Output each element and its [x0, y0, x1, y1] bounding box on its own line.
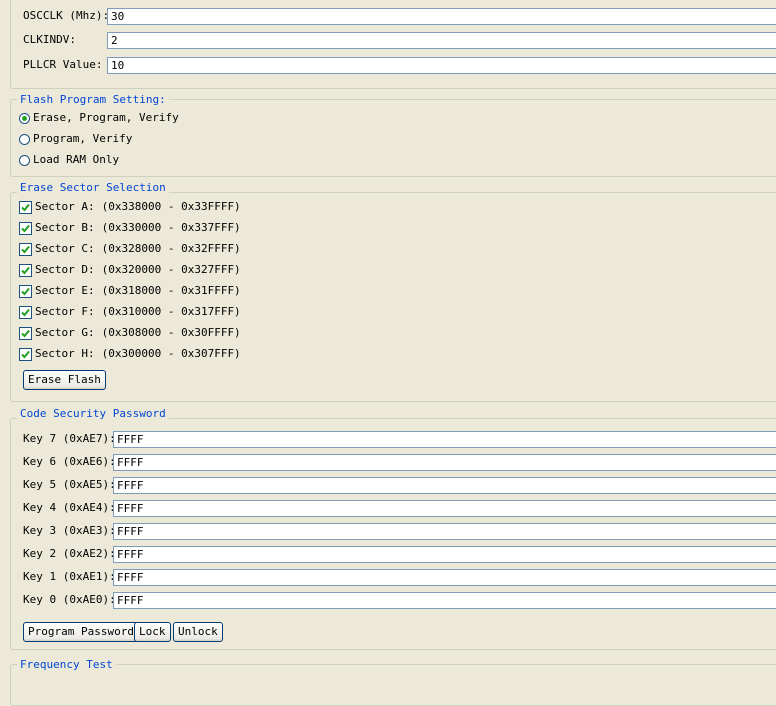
checkbox-checked-icon — [19, 326, 32, 340]
checkbox-sector-f[interactable]: Sector F: (0x310000 - 0x317FFF) — [19, 305, 241, 319]
sector-label: Sector B: — [35, 221, 95, 234]
erase-sector-legend: Erase Sector Selection — [17, 181, 169, 194]
sector-range: (0x320000 - 0x327FFF) — [101, 263, 241, 276]
radio-unselected-icon — [19, 133, 30, 145]
sector-label: Sector E: — [35, 284, 95, 297]
radio-selected-icon — [19, 112, 30, 124]
radio-load-ram-only[interactable]: Load RAM Only — [19, 153, 119, 167]
checkbox-sector-a[interactable]: Sector A: (0x338000 - 0x33FFFF) — [19, 200, 241, 214]
key-1-input[interactable] — [113, 569, 776, 586]
radio-label: Program, Verify — [33, 132, 133, 145]
key-label: Key 1 (0xAE1): — [23, 570, 116, 583]
checkbox-checked-icon — [19, 347, 32, 361]
flash-program-legend: Flash Program Setting: — [17, 93, 169, 106]
checkbox-checked-icon — [19, 305, 32, 319]
radio-label: Erase, Program, Verify — [33, 111, 179, 124]
sector-range: (0x308000 - 0x30FFFF) — [101, 326, 241, 339]
sector-range: (0x318000 - 0x31FFFF) — [101, 284, 241, 297]
sector-range: (0x338000 - 0x33FFFF) — [101, 200, 241, 213]
key-7-input[interactable] — [113, 431, 776, 448]
key-label: Key 2 (0xAE2): — [23, 547, 116, 560]
radio-label: Load RAM Only — [33, 153, 120, 166]
radio-program-verify[interactable]: Program, Verify — [19, 132, 132, 146]
checkbox-checked-icon — [19, 263, 32, 277]
osclk-input[interactable] — [107, 8, 776, 25]
sector-range: (0x310000 - 0x317FFF) — [101, 305, 241, 318]
lock-button[interactable]: Lock — [134, 622, 171, 642]
key-2-input[interactable] — [113, 546, 776, 563]
sector-range: (0x330000 - 0x337FFF) — [101, 221, 241, 234]
clkindv-label: CLKINDV: — [23, 33, 76, 46]
erase-flash-button[interactable]: Erase Flash — [23, 370, 106, 390]
checkbox-checked-icon — [19, 284, 32, 298]
checkbox-sector-g[interactable]: Sector G: (0x308000 - 0x30FFFF) — [19, 326, 241, 340]
checkbox-sector-c[interactable]: Sector C: (0x328000 - 0x32FFFF) — [19, 242, 241, 256]
key-label: Key 6 (0xAE6): — [23, 455, 116, 468]
sector-label: Sector C: — [35, 242, 95, 255]
pllcr-label: PLLCR Value: — [23, 58, 103, 71]
flash-program-group: Flash Program Setting: Erase, Program, V… — [10, 93, 776, 177]
key-0-input[interactable] — [113, 592, 776, 609]
code-security-legend: Code Security Password — [17, 407, 169, 420]
key-label: Key 5 (0xAE5): — [23, 478, 116, 491]
erase-sector-group: Erase Sector Selection Sector A: (0x33800… — [10, 181, 776, 402]
sector-label: Sector G: — [35, 326, 95, 339]
key-label: Key 4 (0xAE4): — [23, 501, 116, 514]
program-password-button[interactable]: Program Password — [23, 622, 139, 642]
pllcr-input[interactable] — [107, 57, 776, 74]
sector-label: Sector A: — [35, 200, 95, 213]
radio-unselected-icon — [19, 154, 30, 166]
checkbox-checked-icon — [19, 200, 32, 214]
clkindv-input[interactable] — [107, 32, 776, 49]
key-4-input[interactable] — [113, 500, 776, 517]
checkbox-sector-b[interactable]: Sector B: (0x330000 - 0x337FFF) — [19, 221, 241, 235]
clock-settings-group: OSCCLK (Mhz): CLKINDV: PLLCR Value: — [10, 0, 776, 89]
checkbox-sector-e[interactable]: Sector E: (0x318000 - 0x31FFFF) — [19, 284, 241, 298]
frequency-test-legend: Frequency Test — [17, 658, 116, 671]
key-label: Key 7 (0xAE7): — [23, 432, 116, 445]
checkbox-sector-h[interactable]: Sector H: (0x300000 - 0x307FFF) — [19, 347, 241, 361]
sector-label: Sector F: — [35, 305, 95, 318]
key-label: Key 3 (0xAE3): — [23, 524, 116, 537]
key-3-input[interactable] — [113, 523, 776, 540]
frequency-test-group: Frequency Test — [10, 658, 776, 706]
key-label: Key 0 (0xAE0): — [23, 593, 116, 606]
osclk-label: OSCCLK (Mhz): — [23, 9, 110, 22]
code-security-group: Code Security Password Key 7 (0xAE7): Key… — [10, 407, 776, 650]
unlock-button[interactable]: Unlock — [173, 622, 223, 642]
key-5-input[interactable] — [113, 477, 776, 494]
checkbox-checked-icon — [19, 221, 32, 235]
radio-erase-program-verify[interactable]: Erase, Program, Verify — [19, 111, 179, 125]
key-6-input[interactable] — [113, 454, 776, 471]
checkbox-sector-d[interactable]: Sector D: (0x320000 - 0x327FFF) — [19, 263, 241, 277]
sector-label: Sector H: — [35, 347, 95, 360]
sector-range: (0x328000 - 0x32FFFF) — [101, 242, 241, 255]
checkbox-checked-icon — [19, 242, 32, 256]
sector-label: Sector D: — [35, 263, 95, 276]
sector-range: (0x300000 - 0x307FFF) — [101, 347, 241, 360]
